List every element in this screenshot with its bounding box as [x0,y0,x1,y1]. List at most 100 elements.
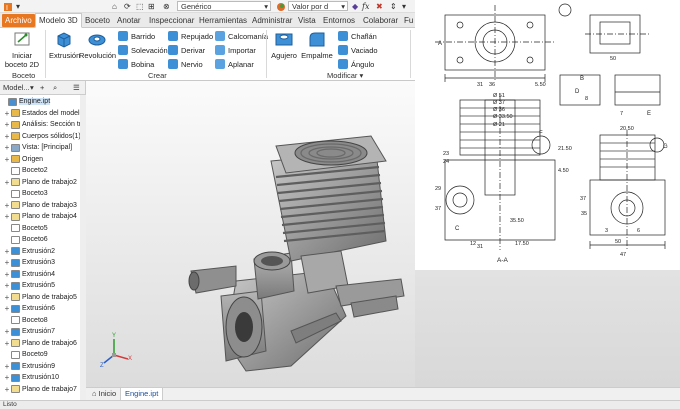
menu-icon[interactable]: ☰ [73,83,80,92]
browser-node[interactable]: Engine.ipt [0,96,51,107]
browser-tab[interactable]: Model... [3,83,30,92]
tab-manage[interactable]: Administrar [249,13,295,28]
expand-icon[interactable]: + [3,120,11,129]
browser-node[interactable]: + Extrusión9 [3,361,55,372]
expand-icon[interactable]: + [3,109,11,118]
browser-node[interactable]: Boceto3 [3,188,48,199]
dim-text: Ø 21 [493,122,505,128]
browser-node[interactable]: + Plano de trabajo6 [3,338,77,349]
chevron-down-icon[interactable]: ▾ [16,1,20,12]
add-icon[interactable]: + [40,83,44,92]
browser-node[interactable]: + Análisis: Sección tran [3,119,86,130]
revolve-button[interactable]: Revolución [79,30,116,60]
search-icon[interactable]: ⌕ [53,83,57,93]
browser-node[interactable]: + Plano de trabajo7 [3,384,77,395]
expand-icon[interactable]: + [3,304,11,313]
expand-icon[interactable]: + [3,293,11,302]
browser-node[interactable]: Boceto5 [3,223,48,234]
browser-node[interactable]: Boceto8 [3,315,48,326]
group-label-modify[interactable]: Modificar ▾ [327,71,363,80]
tab-annotate[interactable]: Anotar [114,13,144,28]
browser-node[interactable]: + Extrusión10 [3,372,59,383]
close-icon[interactable]: ✖ [376,1,383,12]
extrude-button[interactable]: Extrusión [49,30,80,60]
derive-label: Derivar [181,45,206,55]
tab-tools[interactable]: Herramientas [196,13,250,28]
expand-icon[interactable]: + [3,362,11,371]
expand-icon[interactable]: + [3,143,11,152]
expand-icon[interactable]: + [3,258,11,267]
start-sketch-button[interactable]: Iniciar boceto 2D [4,30,40,69]
plane-icon [11,201,20,209]
expand-icon[interactable]: + [3,339,11,348]
browser-node-label: Cuerpos sólidos(1) [22,132,81,140]
browser-node[interactable]: Boceto6 [3,234,48,245]
flatten-button[interactable]: Aplanar [215,59,254,69]
expand-icon[interactable]: + [3,212,11,221]
expand-icon[interactable]: + [3,247,11,256]
browser-node[interactable]: + Extrusión6 [3,303,55,314]
select-icon[interactable]: ⬚ [136,1,144,12]
fillet-button[interactable]: Empalme [300,30,334,60]
customize-icon[interactable]: ⇕ [390,1,397,12]
browser-node[interactable]: + Plano de trabajo4 [3,211,77,222]
material-browser-icon[interactable]: ◆ [352,1,358,12]
browser-node[interactable]: + Estados del modelo: [3,108,85,119]
browser-node[interactable]: Boceto2 [3,165,48,176]
dim-text: 5.50 [535,82,546,88]
tab-environments[interactable]: Entornos [320,13,358,28]
browser-node[interactable]: + Extrusión2 [3,246,55,257]
expand-icon[interactable]: + [3,327,11,336]
coil-icon [118,59,128,69]
chevron-down-icon[interactable]: ▾ [30,83,34,92]
chevron-down-icon[interactable]: ▾ [402,1,406,12]
tab-inspect[interactable]: Inspeccionar [146,13,197,28]
coil-button[interactable]: Bobina [118,59,154,69]
material-select[interactable]: Genérico ▾ [177,1,271,11]
chamfer-button[interactable]: Chaflán [338,31,377,41]
model-browser: Engine.ipt + Estados del modelo: + Análisis:… [0,95,86,400]
import-button[interactable]: Importar [215,45,256,55]
browser-node[interactable]: + Plano de trabajo2 [3,177,77,188]
decal-button[interactable]: Calcomanía [215,31,268,41]
browser-node[interactable]: + Plano de trabajo5 [3,292,77,303]
graphics-viewport[interactable]: Y X Z [86,81,415,387]
cancel-icon[interactable]: ⊗ [163,1,170,12]
expand-icon[interactable]: + [3,385,11,394]
tab-view[interactable]: Vista [295,13,319,28]
expand-icon[interactable]: + [3,155,11,164]
browser-node[interactable]: + Plano de trabajo3 [3,200,77,211]
browser-node[interactable]: + Origen [3,154,43,165]
shell-button[interactable]: Vaciado [338,45,378,55]
expand-icon[interactable]: + [3,178,11,187]
expand-icon[interactable]: + [3,373,11,382]
expand-icon[interactable]: + [3,270,11,279]
draft-button[interactable]: Ángulo [338,59,374,69]
expand-icon[interactable]: + [3,201,11,210]
browser-node[interactable]: + Cuerpos sólidos(1) [3,131,81,142]
tab-model-3d[interactable]: Modelo 3D [35,13,82,28]
expand-icon[interactable]: + [3,281,11,290]
browser-node[interactable]: + Extrusión7 [3,326,55,337]
browser-node[interactable]: Boceto9 [3,349,48,360]
tab-sketch[interactable]: Boceto [82,13,113,28]
browser-node[interactable]: + Extrusión4 [3,269,55,280]
browser-node[interactable]: + Extrusión5 [3,280,55,291]
appearance-select[interactable]: Valor por d ▾ [288,1,348,11]
emboss-button[interactable]: Repujado [168,31,213,41]
home-icon[interactable]: ⌂ [112,1,117,12]
update-icon[interactable]: ⟳ [124,1,131,12]
loft-button[interactable]: Solevación [118,45,168,55]
tab-file[interactable]: Archivo [2,14,35,27]
tab-collaborate[interactable]: Colaborar [360,13,401,28]
measure-icon[interactable]: ⊞ [148,1,155,12]
sweep-button[interactable]: Barrido [118,31,155,41]
parameters-icon[interactable]: fx [362,1,369,12]
browser-node-label: Análisis: Sección tran [22,121,86,128]
derive-button[interactable]: Derivar [168,45,205,55]
browser-node[interactable]: + Vista: [Principal] [3,142,72,153]
rib-button[interactable]: Nervio [168,59,203,69]
expand-icon[interactable]: + [3,132,11,141]
browser-node[interactable]: + Extrusión3 [3,257,55,268]
hole-button[interactable]: Agujero [268,30,300,60]
